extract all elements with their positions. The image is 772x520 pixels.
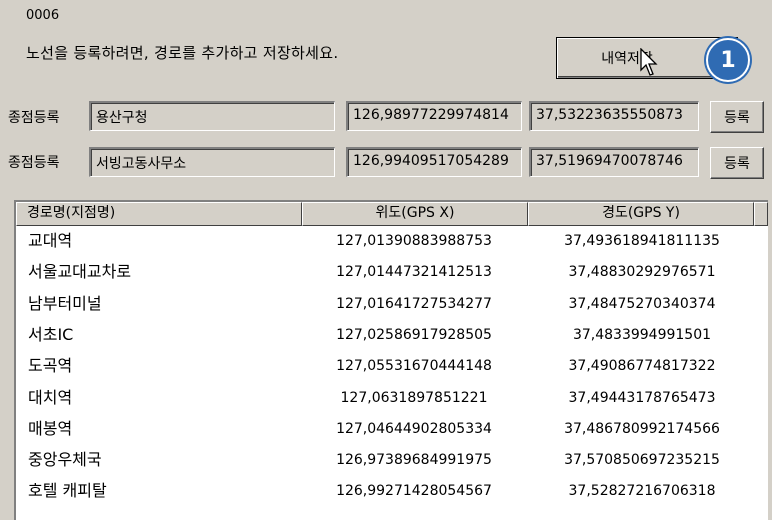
start-register-button[interactable]: 등록 — [710, 101, 764, 133]
table-row[interactable]: 서초IC 127,02586917928505 37,4833994991501 — [16, 320, 772, 351]
end-label: 종점등록 — [8, 155, 60, 171]
route-name-cell: 중앙우체국 — [28, 450, 102, 470]
table-row[interactable]: 중앙우체국 126,97389684991975 37,57085069723521… — [16, 445, 772, 476]
end-y-field[interactable]: 37,51969470078746 — [529, 147, 699, 177]
col-header-lng[interactable]: 경도(GPS Y) — [528, 202, 754, 226]
lng-cell: 37,49086774817322 — [568, 358, 716, 375]
lat-cell: 127,04644902805334 — [336, 420, 492, 437]
lng-cell: 37,48475270340374 — [568, 295, 716, 312]
table-row[interactable]: 매봉역 127,04644902805334 37,486780992174566 — [16, 414, 772, 445]
lng-cell: 37,52827216706318 — [568, 483, 716, 500]
end-register-button[interactable]: 등록 — [710, 147, 764, 179]
start-x-field[interactable]: 126,98977229974814 — [346, 101, 522, 131]
step-badge: 1 — [706, 38, 750, 82]
col-header-lat[interactable]: 위도(GPS X) — [302, 202, 528, 226]
table-row[interactable]: 도곡역 127,05531670444148 37,49086774817322 — [16, 351, 772, 382]
mouse-cursor-icon — [640, 48, 658, 76]
col-header-filler — [754, 202, 768, 226]
lng-cell: 37,48830292976571 — [568, 264, 716, 281]
start-y-field[interactable]: 37,53223635550873 — [529, 101, 699, 131]
lat-cell: 127,01390883988753 — [336, 233, 492, 249]
table-row[interactable]: 대치역 127,0631897851221 37,49443178765473 — [16, 383, 772, 414]
lat-cell: 127,0631897851221 — [340, 389, 488, 406]
lng-cell: 37,570850697235215 — [564, 452, 720, 469]
route-table: 경로명(지점명) 위도(GPS X) 경도(GPS Y) 교대역 127,0139… — [14, 200, 768, 520]
col-header-route-name[interactable]: 경로명(지점명) — [16, 202, 302, 226]
table-row[interactable]: 교대역 127,01390883988753 37,493618941811135 — [16, 226, 772, 257]
route-name-cell: 매봉역 — [28, 418, 73, 438]
route-name-cell: 남부터미널 — [28, 293, 102, 313]
start-label: 종점등록 — [8, 110, 60, 126]
lat-cell: 127,02586917928505 — [336, 326, 492, 343]
start-name-field[interactable]: 용산구청 — [89, 101, 335, 131]
instruction-text: 노선을 등록하려면, 경로를 추가하고 저장하세요. — [26, 44, 339, 62]
lng-cell: 37,486780992174566 — [564, 420, 720, 437]
end-name-field[interactable]: 서빙고동사무소 — [89, 147, 335, 177]
lat-cell: 127,01447321412513 — [336, 264, 492, 281]
route-name-cell: 도곡역 — [28, 356, 73, 376]
route-name-cell: 서초IC — [28, 324, 74, 344]
lat-cell: 127,05531670444148 — [336, 358, 492, 375]
lng-cell: 37,49443178765473 — [568, 389, 716, 406]
route-name-cell: 대치역 — [28, 387, 73, 407]
table-row[interactable]: 호텔 캐피탈 126,99271428054567 37,5282721670631… — [16, 476, 772, 507]
end-x-field[interactable]: 126,99409517054289 — [346, 147, 522, 177]
table-row[interactable]: 남부터미널 127,01641727534277 37,48475270340374 — [16, 289, 772, 320]
table-row[interactable]: 서울교대교차로 127,01447321412513 37,488302929765… — [16, 257, 772, 288]
route-name-cell: 교대역 — [28, 231, 73, 250]
lat-cell: 126,99271428054567 — [336, 483, 492, 500]
lat-cell: 126,97389684991975 — [336, 452, 492, 469]
lng-cell: 37,4833994991501 — [572, 326, 712, 343]
form-code: 0006 — [26, 8, 60, 23]
lng-cell: 37,493618941811135 — [564, 233, 720, 249]
lat-cell: 127,01641727534277 — [336, 295, 492, 312]
route-name-cell: 호텔 캐피탈 — [28, 481, 107, 501]
route-name-cell: 서울교대교차로 — [28, 262, 132, 282]
